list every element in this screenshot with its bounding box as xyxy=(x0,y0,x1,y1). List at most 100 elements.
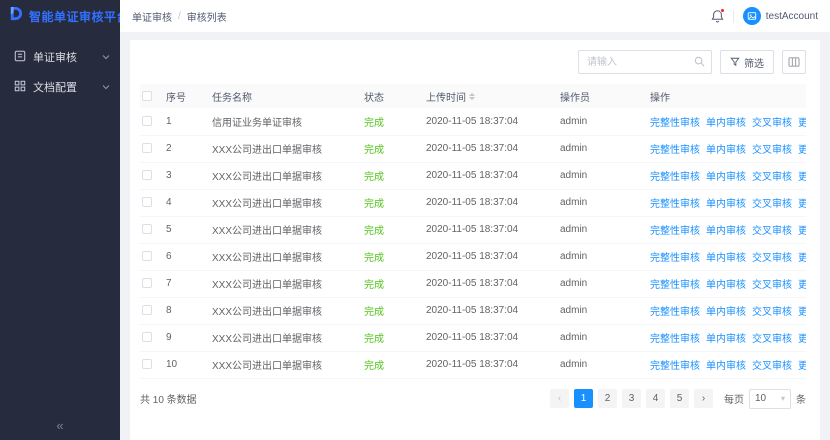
row-checkbox[interactable] xyxy=(142,170,152,180)
action-link[interactable]: 交叉审核 xyxy=(752,195,792,210)
row-checkbox[interactable] xyxy=(142,305,152,315)
app-title: 智能单证审核平台 xyxy=(29,8,129,25)
cell-task-name: XXX公司进出口单据审核 xyxy=(210,162,362,189)
cell-no: 1 xyxy=(164,108,210,135)
action-link[interactable]: 交叉审核 xyxy=(752,249,792,264)
action-link[interactable]: 更多 xyxy=(798,195,806,210)
cell-upload-time: 2020-11-05 18:37:04 xyxy=(424,297,558,324)
select-all-checkbox[interactable] xyxy=(142,91,152,101)
action-link[interactable]: 完整性审核 xyxy=(650,141,700,156)
cell-operator: admin xyxy=(558,189,648,216)
cell-upload-time: 2020-11-05 18:37:04 xyxy=(424,108,558,135)
breadcrumb-item[interactable]: 单证审核 xyxy=(132,9,172,24)
row-checkbox[interactable] xyxy=(142,143,152,153)
search-box xyxy=(578,50,712,74)
sort-icon[interactable] xyxy=(469,93,475,100)
action-link[interactable]: 完整性审核 xyxy=(650,357,700,372)
table-row: 2 XXX公司进出口单据审核 完成 2020-11-05 18:37:04 ad… xyxy=(140,135,806,162)
status-badge: 完成 xyxy=(362,351,424,378)
table-row: 3 XXX公司进出口单据审核 完成 2020-11-05 18:37:04 ad… xyxy=(140,162,806,189)
row-checkbox[interactable] xyxy=(142,251,152,261)
breadcrumb-separator: / xyxy=(178,11,181,22)
action-link[interactable]: 交叉审核 xyxy=(752,276,792,291)
cell-task-name: XXX公司进出口单据审核 xyxy=(210,189,362,216)
list-card: 筛选 序号 任务名称 状态 xyxy=(130,40,820,440)
action-link[interactable]: 完整性审核 xyxy=(650,114,700,129)
chevron-down-icon xyxy=(102,81,110,93)
page-button[interactable]: 2 xyxy=(598,389,617,408)
notification-bell-icon[interactable] xyxy=(711,9,724,23)
action-link[interactable]: 更多 xyxy=(798,330,806,345)
action-link[interactable]: 完整性审核 xyxy=(650,249,700,264)
page-button[interactable]: 3 xyxy=(622,389,641,408)
column-settings-button[interactable] xyxy=(782,50,806,74)
topbar: 单证审核 / 审核列表 testAccount xyxy=(120,0,830,32)
filter-button[interactable]: 筛选 xyxy=(720,50,774,74)
page-button[interactable]: 4 xyxy=(646,389,665,408)
select-caret-icon: ▾ xyxy=(781,394,785,403)
row-actions: 完整性审核单内审核交叉审核更多 xyxy=(650,303,804,318)
per-page-select[interactable]: 10 ▾ xyxy=(749,389,791,409)
action-link[interactable]: 单内审核 xyxy=(706,222,746,237)
action-link[interactable]: 完整性审核 xyxy=(650,168,700,183)
filter-icon xyxy=(730,57,740,67)
action-link[interactable]: 更多 xyxy=(798,357,806,372)
cell-upload-time: 2020-11-05 18:37:04 xyxy=(424,162,558,189)
action-link[interactable]: 单内审核 xyxy=(706,276,746,291)
row-checkbox[interactable] xyxy=(142,359,152,369)
row-checkbox[interactable] xyxy=(142,197,152,207)
column-header-time-label: 上传时间 xyxy=(426,89,466,104)
sidebar-item-label: 单证审核 xyxy=(33,49,95,65)
page-button[interactable]: 5 xyxy=(670,389,689,408)
action-link[interactable]: 交叉审核 xyxy=(752,168,792,183)
row-checkbox[interactable] xyxy=(142,332,152,342)
action-link[interactable]: 单内审核 xyxy=(706,303,746,318)
breadcrumb-item-current: 审核列表 xyxy=(187,9,227,24)
action-link[interactable]: 单内审核 xyxy=(706,114,746,129)
action-link[interactable]: 更多 xyxy=(798,168,806,183)
action-link[interactable]: 更多 xyxy=(798,114,806,129)
row-checkbox[interactable] xyxy=(142,116,152,126)
action-link[interactable]: 完整性审核 xyxy=(650,303,700,318)
action-link[interactable]: 更多 xyxy=(798,141,806,156)
search-input[interactable] xyxy=(578,50,712,74)
row-checkbox[interactable] xyxy=(142,278,152,288)
action-link[interactable]: 完整性审核 xyxy=(650,276,700,291)
row-checkbox[interactable] xyxy=(142,224,152,234)
action-link[interactable]: 交叉审核 xyxy=(752,330,792,345)
action-link[interactable]: 更多 xyxy=(798,303,806,318)
sidebar-item-doc-config[interactable]: 文档配置 xyxy=(0,72,120,102)
cell-task-name: XXX公司进出口单据审核 xyxy=(210,216,362,243)
row-actions: 完整性审核单内审核交叉审核更多 xyxy=(650,222,804,237)
page-button[interactable]: 1 xyxy=(574,389,593,408)
action-link[interactable]: 交叉审核 xyxy=(752,141,792,156)
action-link[interactable]: 交叉审核 xyxy=(752,222,792,237)
cell-upload-time: 2020-11-05 18:37:04 xyxy=(424,270,558,297)
action-link[interactable]: 单内审核 xyxy=(706,168,746,183)
action-link[interactable]: 更多 xyxy=(798,222,806,237)
action-link[interactable]: 单内审核 xyxy=(706,141,746,156)
action-link[interactable]: 交叉审核 xyxy=(752,357,792,372)
filter-label: 筛选 xyxy=(744,55,764,70)
action-link[interactable]: 交叉审核 xyxy=(752,303,792,318)
action-link[interactable]: 单内审核 xyxy=(706,330,746,345)
action-link[interactable]: 完整性审核 xyxy=(650,195,700,210)
next-page-button[interactable]: › xyxy=(694,389,713,408)
action-link[interactable]: 交叉审核 xyxy=(752,114,792,129)
sidebar-item-review[interactable]: 单证审核 xyxy=(0,42,120,72)
action-link[interactable]: 单内审核 xyxy=(706,357,746,372)
review-table: 序号 任务名称 状态 上传时间 操作员 操作 xyxy=(140,84,806,379)
cell-upload-time: 2020-11-05 18:37:04 xyxy=(424,189,558,216)
action-link[interactable]: 单内审核 xyxy=(706,195,746,210)
account-menu[interactable]: testAccount xyxy=(743,7,818,25)
status-badge: 完成 xyxy=(362,243,424,270)
action-link[interactable]: 完整性审核 xyxy=(650,222,700,237)
username: testAccount xyxy=(766,11,818,22)
cell-operator: admin xyxy=(558,351,648,378)
prev-page-button[interactable]: ‹ xyxy=(550,389,569,408)
action-link[interactable]: 更多 xyxy=(798,249,806,264)
action-link[interactable]: 完整性审核 xyxy=(650,330,700,345)
action-link[interactable]: 更多 xyxy=(798,276,806,291)
action-link[interactable]: 单内审核 xyxy=(706,249,746,264)
sidebar-collapse-button[interactable]: « xyxy=(0,410,120,440)
